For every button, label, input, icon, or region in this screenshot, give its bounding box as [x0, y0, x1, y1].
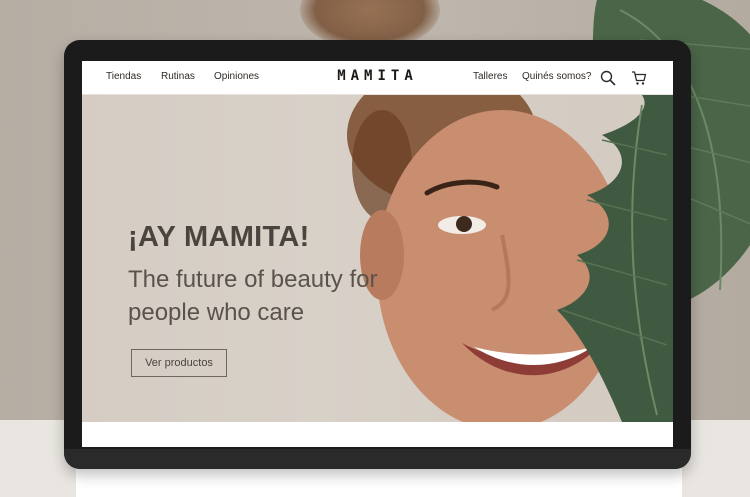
brand-logo[interactable]: MAMITA — [337, 68, 418, 84]
hero-subtitle: The future of beauty for people who care — [128, 266, 378, 326]
nav-link-rutinas[interactable]: Rutinas — [161, 71, 195, 82]
device-frame: ¡AY MAMITA! The future of beauty for peo… — [64, 40, 691, 469]
device-screen: ¡AY MAMITA! The future of beauty for peo… — [82, 61, 673, 447]
nav-link-tiendas[interactable]: Tiendas — [106, 71, 141, 82]
nav-link-quienes-somos[interactable]: Quinés somos? — [522, 71, 591, 82]
search-icon[interactable] — [600, 70, 616, 86]
top-navigation: Tiendas Rutinas Opiniones MAMITA Tallere… — [82, 61, 673, 95]
view-products-button[interactable]: Ver productos — [131, 349, 227, 377]
nav-link-opiniones[interactable]: Opiniones — [214, 71, 259, 82]
hero-banner: ¡AY MAMITA! The future of beauty for peo… — [82, 95, 673, 422]
content-below-hero — [82, 422, 673, 447]
cart-icon[interactable] — [631, 70, 647, 86]
hero-title: ¡AY MAMITA! — [128, 221, 310, 253]
nav-link-talleres[interactable]: Talleres — [473, 71, 507, 82]
device-chin — [64, 449, 691, 469]
